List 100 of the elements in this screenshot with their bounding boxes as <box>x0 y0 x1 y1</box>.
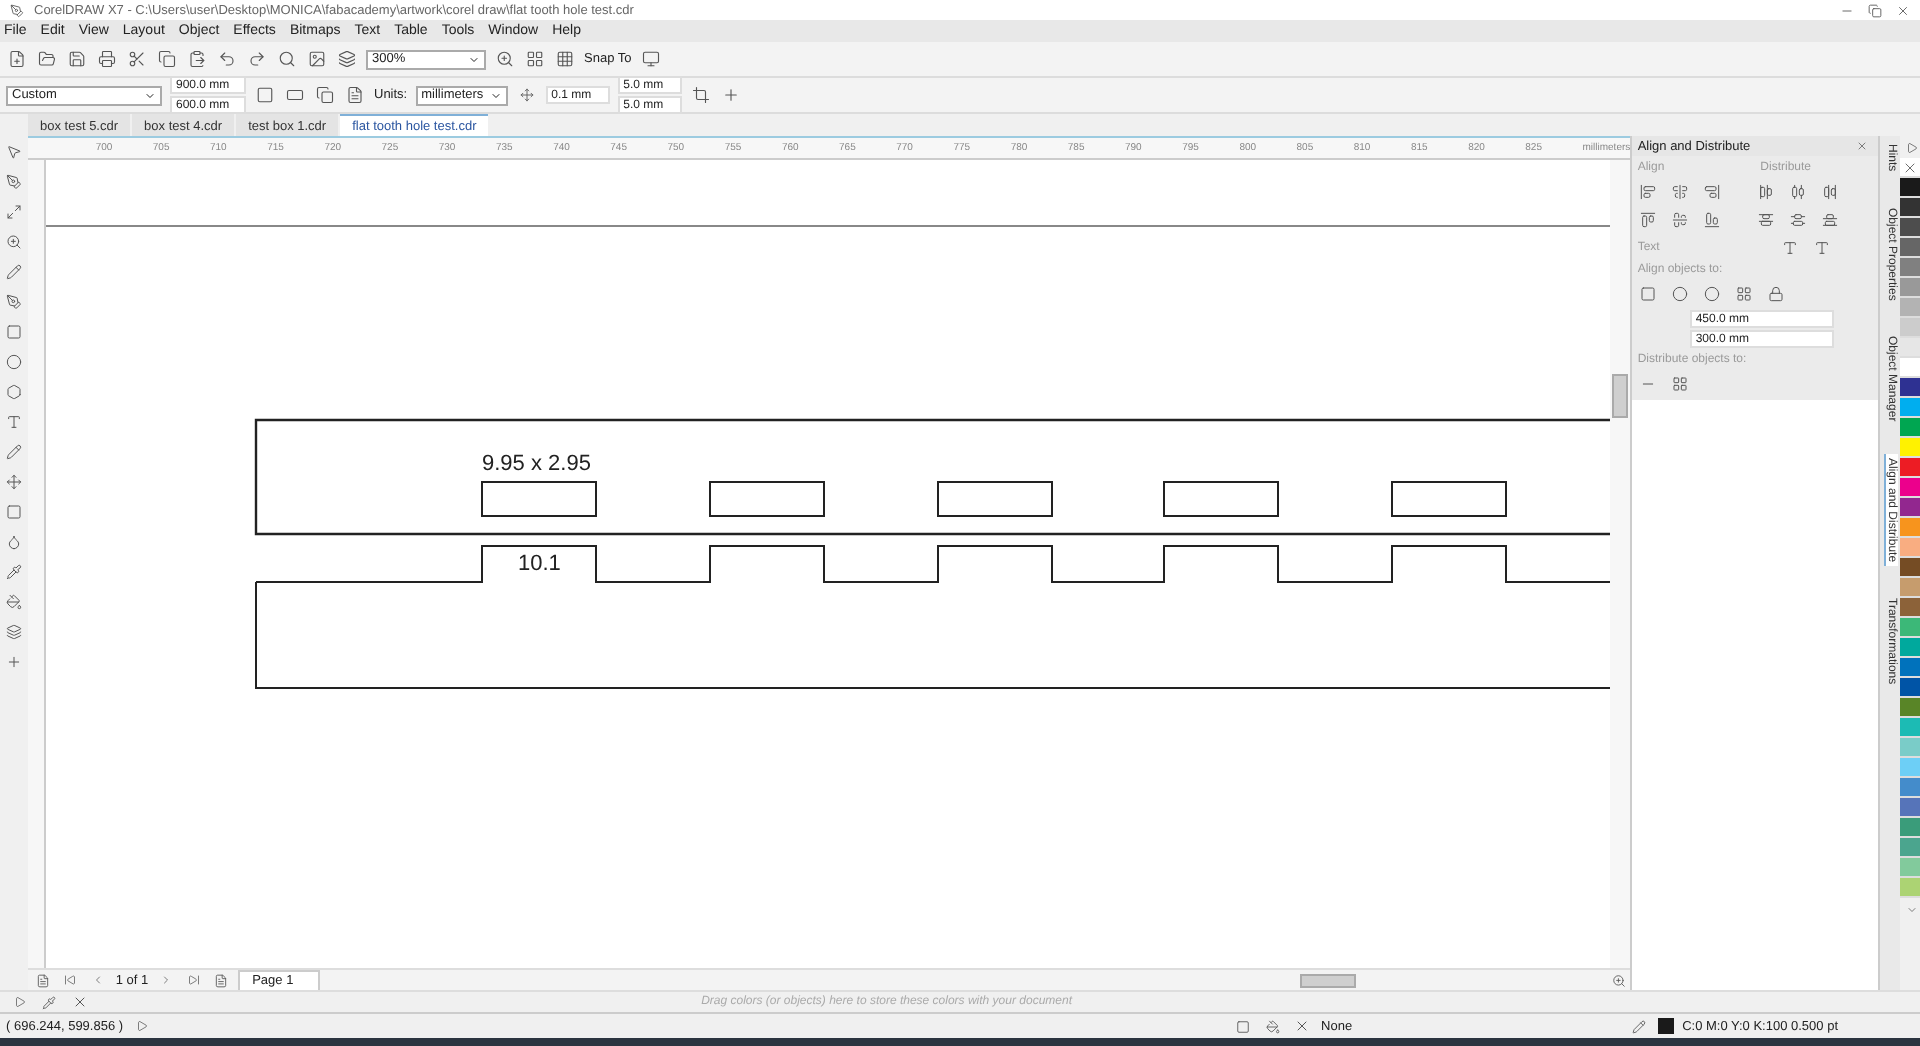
no-color-swatch[interactable] <box>1900 158 1920 178</box>
color-swatch[interactable] <box>1900 658 1920 678</box>
color-swatch[interactable] <box>1900 358 1920 378</box>
align-target-icon[interactable] <box>1765 282 1788 304</box>
color-swatch[interactable] <box>1900 678 1920 698</box>
align-icon[interactable] <box>1637 208 1660 230</box>
distribute-icon[interactable] <box>1819 208 1842 230</box>
align-target-icon[interactable] <box>1669 282 1692 304</box>
align-target-icon[interactable] <box>1733 282 1756 304</box>
pages-icon[interactable] <box>314 84 336 106</box>
tool-icon[interactable] <box>2 590 25 612</box>
tool-icon[interactable] <box>2 230 25 252</box>
dimension-label: 9.95 x 2.95 <box>481 452 591 476</box>
color-swatch[interactable] <box>1900 198 1920 218</box>
tool-icon[interactable] <box>2 440 25 462</box>
color-swatch[interactable] <box>1900 598 1920 618</box>
distribute-icon[interactable] <box>1819 180 1842 202</box>
color-swatch[interactable] <box>1900 378 1920 398</box>
align-icon[interactable] <box>1701 180 1724 202</box>
color-swatch[interactable] <box>1900 298 1920 318</box>
color-swatch[interactable] <box>1900 778 1920 798</box>
color-swatch[interactable] <box>1900 878 1920 898</box>
tool-icon[interactable] <box>2 560 25 582</box>
color-swatch[interactable] <box>1900 858 1920 878</box>
copy-icon[interactable] <box>156 48 178 70</box>
tool-icon[interactable] <box>2 380 25 402</box>
tool-icon[interactable] <box>2 350 25 372</box>
save-icon[interactable] <box>66 48 88 70</box>
color-swatch[interactable] <box>1900 538 1920 558</box>
align-icon[interactable] <box>1637 180 1660 202</box>
align-target-icon[interactable] <box>1701 282 1724 304</box>
color-swatch[interactable] <box>1900 438 1920 458</box>
paste-icon[interactable] <box>186 48 208 70</box>
portrait-icon[interactable] <box>254 84 276 106</box>
distribute-icon[interactable] <box>1755 180 1778 202</box>
fill-icon <box>1261 1015 1284 1037</box>
text-align-icon[interactable] <box>1779 236 1802 258</box>
monitor-icon[interactable] <box>639 48 662 70</box>
color-swatch[interactable] <box>1900 498 1920 518</box>
cut-icon[interactable] <box>126 48 148 70</box>
zoom-icon[interactable] <box>494 48 516 70</box>
grid-icon[interactable] <box>554 48 576 70</box>
color-swatch[interactable] <box>1900 478 1920 498</box>
color-swatch[interactable] <box>1900 218 1920 238</box>
color-swatch[interactable] <box>1900 178 1920 198</box>
color-swatch[interactable] <box>1900 698 1920 718</box>
new-document-icon[interactable] <box>6 48 28 70</box>
align-icon[interactable] <box>1701 208 1724 230</box>
color-swatch[interactable] <box>1900 458 1920 478</box>
color-swatch[interactable] <box>1900 718 1920 738</box>
image-icon[interactable] <box>306 48 328 70</box>
align-target-icon[interactable] <box>1637 282 1660 304</box>
color-swatch[interactable] <box>1900 558 1920 578</box>
grid-icon[interactable] <box>524 48 546 70</box>
distribute-icon[interactable] <box>1787 208 1810 230</box>
restore-icon[interactable] <box>1864 0 1886 21</box>
outline-color-chip <box>1658 1018 1675 1034</box>
tool-icon[interactable] <box>2 470 25 492</box>
color-swatch[interactable] <box>1900 318 1920 338</box>
distribute-target-icon[interactable] <box>1669 372 1692 394</box>
layers-icon[interactable] <box>336 48 358 70</box>
color-swatch[interactable] <box>1900 518 1920 538</box>
color-swatch[interactable] <box>1900 738 1920 758</box>
color-swatch[interactable] <box>1900 338 1920 358</box>
color-swatch[interactable] <box>1900 838 1920 858</box>
color-swatch[interactable] <box>1900 418 1920 438</box>
tool-icon[interactable] <box>2 170 25 192</box>
undo-icon[interactable] <box>216 48 238 70</box>
scrollbar-thumb[interactable] <box>1611 374 1628 418</box>
redo-icon[interactable] <box>246 48 268 70</box>
distribute-icon[interactable] <box>1755 208 1778 230</box>
print-icon[interactable] <box>96 48 118 70</box>
color-swatch[interactable] <box>1900 638 1920 658</box>
eyedropper-icon[interactable] <box>38 991 60 1013</box>
landscape-icon[interactable] <box>284 84 306 106</box>
tool-icon[interactable] <box>2 260 25 282</box>
tool-icon[interactable] <box>2 620 25 642</box>
color-swatch[interactable] <box>1900 258 1920 278</box>
color-swatch[interactable] <box>1900 278 1920 298</box>
distribute-icon[interactable] <box>1787 180 1810 202</box>
align-icon[interactable] <box>1669 208 1692 230</box>
color-swatch[interactable] <box>1900 818 1920 838</box>
tool-icon[interactable] <box>2 140 25 162</box>
align-icon[interactable] <box>1669 180 1692 202</box>
color-swatch[interactable] <box>1900 618 1920 638</box>
crop-icon[interactable] <box>689 84 712 106</box>
color-swatch[interactable] <box>1900 578 1920 598</box>
color-swatch[interactable] <box>1900 798 1920 818</box>
scrollbar-thumb[interactable] <box>1299 973 1356 987</box>
zoom-icon[interactable] <box>1607 969 1630 991</box>
tool-icon[interactable] <box>2 290 25 312</box>
color-swatch[interactable] <box>1900 238 1920 258</box>
text-align-icon[interactable] <box>1811 236 1834 258</box>
page-icon[interactable] <box>344 84 366 106</box>
color-swatch[interactable] <box>1900 758 1920 778</box>
plus-icon[interactable] <box>719 84 742 106</box>
open-icon[interactable] <box>36 48 58 70</box>
search-icon[interactable] <box>276 48 298 70</box>
tool-icon[interactable] <box>2 410 25 432</box>
color-swatch[interactable] <box>1900 398 1920 418</box>
